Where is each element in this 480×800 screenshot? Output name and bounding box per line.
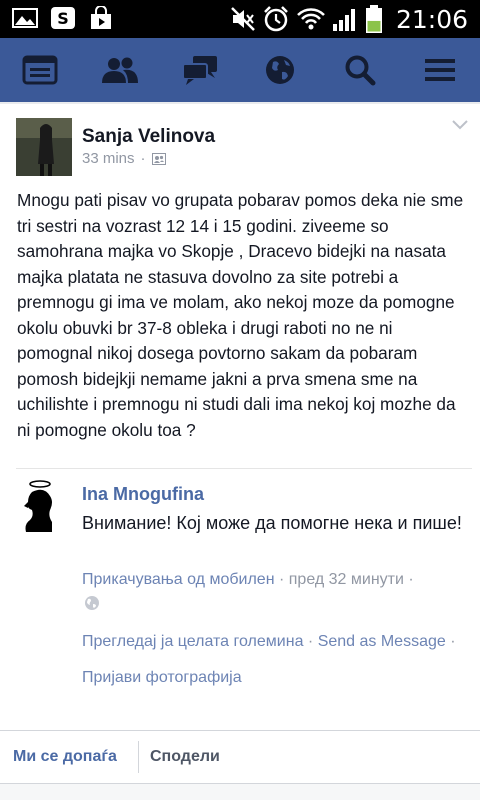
notifications-tab[interactable] (240, 38, 320, 102)
notifications-globe-icon (266, 56, 294, 84)
post-author-name[interactable]: Sanja Velinova (82, 126, 215, 148)
public-globe-icon (85, 596, 99, 610)
top-nav-bar (0, 38, 480, 102)
person-photo-icon (16, 118, 72, 176)
news-feed-tab[interactable] (0, 38, 80, 102)
comment-time[interactable]: пред 32 минути (289, 571, 404, 588)
menu-tab[interactable] (400, 38, 480, 102)
author-avatar[interactable] (16, 118, 72, 176)
svg-text:S: S (57, 9, 69, 28)
comment-actions: Прегледај ја целата големина · Send as M… (82, 633, 456, 686)
like-button[interactable]: Ми се допаѓа (13, 748, 117, 766)
comment-author-name[interactable]: Ina Mnogufina (82, 484, 204, 505)
comment-meta: Прикачувања од мобилен · пред 32 минути … (82, 571, 414, 588)
share-button[interactable]: Сподели (150, 748, 220, 766)
messages-icon (182, 56, 217, 85)
battery-icon (365, 5, 382, 33)
view-full-size-link[interactable]: Прегледај ја целата големина (82, 633, 303, 650)
gallery-icon (12, 8, 38, 28)
news-feed-icon (22, 55, 58, 85)
search-tab[interactable] (320, 38, 400, 102)
post-time[interactable]: 33 mins (82, 150, 135, 167)
mobile-uploads-link[interactable]: Прикачувања од мобилен (82, 571, 275, 588)
bottom-spacer (0, 784, 480, 800)
menu-icon (425, 59, 455, 81)
bottom-action-bar: Ми се допаѓа Сподели (0, 730, 480, 784)
comment-text: Внимание! Кој може да помогне нека и пиш… (82, 513, 462, 533)
signal-icon (332, 9, 355, 31)
angel-silhouette-icon (24, 480, 52, 532)
shopping-bag-icon (91, 6, 111, 29)
commenter-avatar[interactable] (18, 480, 64, 536)
mute-icon (231, 7, 255, 31)
messages-tab[interactable] (160, 38, 240, 102)
skype-icon: S (51, 7, 75, 29)
divider (138, 741, 139, 773)
friend-requests-tab[interactable] (80, 38, 160, 102)
chevron-down-icon[interactable] (452, 120, 468, 130)
post-card: Sanja Velinova 33 mins · Mnogu pati pisa… (0, 104, 480, 800)
status-bar: S 21:06 (0, 0, 480, 38)
friends-icon (151, 152, 166, 165)
friend-requests-icon (102, 57, 138, 83)
post-meta: 33 mins · (82, 150, 166, 167)
divider (16, 468, 472, 469)
search-icon (345, 55, 376, 86)
send-as-message-link[interactable]: Send as Message (318, 633, 446, 650)
clock: 21:06 (395, 4, 468, 34)
wifi-icon (297, 8, 325, 30)
alarm-icon (264, 6, 288, 32)
post-body-text: Mnogu pati pisav vo grupata pobarav pomo… (17, 190, 464, 440)
report-photo-link[interactable]: Пријави фотографија (82, 669, 242, 686)
